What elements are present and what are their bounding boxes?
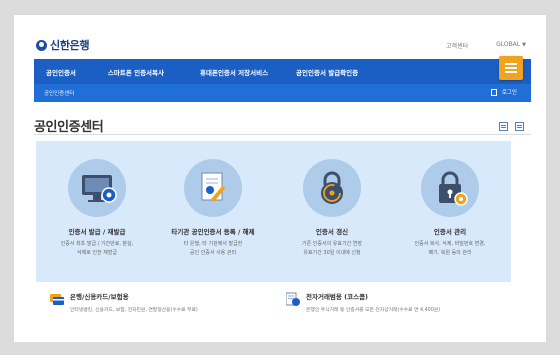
exit-icon	[490, 88, 497, 96]
bottom-title: 은행/신용카드/보험용	[70, 293, 129, 301]
breadcrumb[interactable]: 공인인증센터	[44, 89, 74, 97]
card-stack-icon	[50, 291, 64, 305]
card-title: 인증서 발급 / 재발급	[68, 228, 126, 236]
card-desc-line: 삭제로 인한 재발급	[77, 250, 117, 256]
card-title: 인증서 갱신	[315, 228, 349, 236]
card-desc-line: 유효기간 30일 이내에 신청	[303, 250, 361, 256]
nav-item-issue-confirmation[interactable]: 공인인증서 발급확인증	[296, 67, 358, 77]
hamburger-line	[505, 71, 517, 73]
divider	[34, 134, 531, 135]
logo-mark-icon	[36, 39, 47, 51]
nav-item-certificate[interactable]: 공인인증서	[46, 67, 76, 77]
card-desc-line: 기존 인증서의 유효기간 연장	[302, 241, 362, 247]
card-desc: 인증서 최초 발급 / 기간만료, 분실, 삭제로 인한 재발급	[42, 240, 152, 258]
bottom-title: 전자거래범용 (코스콤)	[306, 293, 369, 301]
card-desc: 인증서 복사, 삭제, 비밀번호 변경, 폐기, 복원 등의 관리	[395, 240, 505, 258]
menu-button[interactable]	[499, 56, 523, 80]
sub-nav: 공인인증센터 로그인	[34, 84, 531, 102]
card-desc-line: 타 은행, 타 기관에서 발급한	[183, 241, 243, 247]
nav-item-smartphone-copy[interactable]: 스마트폰 인증서복사	[108, 67, 164, 77]
bottom-item-bank[interactable]: 은행/신용카드/보험용 인터넷뱅킹, 신용카드, 보험, 전자민원, 연말정산용…	[50, 291, 198, 313]
hamburger-line	[505, 67, 517, 69]
page-frame: 신한은행 고객센터 GLOBAL ▼ 공인인증서 스마트폰 인증서복사 휴대폰인증…	[14, 15, 546, 342]
logo-text: 신한은행	[50, 39, 90, 52]
card-desc-line: 폐기, 복원 등의 관리	[428, 250, 472, 256]
card-desc: 타 은행, 타 기관에서 발급한 공인 인증서 사용 관리	[158, 240, 268, 258]
bank-logo[interactable]: 신한은행	[36, 37, 90, 53]
document-globe-icon	[285, 291, 300, 306]
nav-item-mobile-storage[interactable]: 휴대폰인증서 저장서비스	[200, 67, 268, 77]
customer-center-link[interactable]: 고객센터	[446, 41, 468, 50]
bottom-desc: 은행인 주식거래 등 인증서를 모든 전자상거래(수수료 연 4,400원)	[306, 308, 441, 313]
card-desc: 기존 인증서의 유효기간 연장 유효기간 30일 이내에 신청	[277, 240, 387, 258]
hamburger-icon	[505, 63, 517, 65]
page-title: 공인인증센터	[34, 120, 104, 135]
card-title: 인증서 관리	[433, 228, 467, 236]
card-title: 타기관 공인인증서 등록 / 해제	[171, 228, 255, 236]
global-label: GLOBAL	[496, 41, 521, 48]
top-bar: 신한은행 고객센터 GLOBAL ▼	[14, 15, 546, 59]
bottom-item-koscom[interactable]: 전자거래범용 (코스콤) 은행인 주식거래 등 인증서를 모든 전자상거래(수수…	[285, 291, 441, 313]
card-desc-line: 인증서 복사, 삭제, 비밀번호 변경,	[414, 241, 486, 247]
bookmark-icon[interactable]	[499, 122, 508, 131]
print-icon[interactable]	[515, 122, 524, 131]
lock-refresh-icon	[303, 159, 361, 217]
page-tools	[499, 122, 524, 131]
card-desc-line: 공인 인증서 사용 관리	[189, 250, 237, 256]
document-pen-icon	[184, 159, 242, 217]
chevron-down-icon: ▼	[522, 42, 526, 48]
card-desc-line: 인증서 최초 발급 / 기간만료, 분실,	[60, 241, 134, 247]
monitor-certificate-icon	[68, 159, 126, 217]
login-button[interactable]: 로그인	[490, 88, 517, 96]
service-panel: 인증서 발급 / 재발급 인증서 최초 발급 / 기간만료, 분실, 삭제로 인…	[36, 141, 511, 282]
top-links: 고객센터 GLOBAL ▼	[446, 41, 526, 50]
main-nav: 공인인증서 스마트폰 인증서복사 휴대폰인증서 저장서비스 공인인증서 발급확인…	[34, 56, 531, 84]
bottom-desc: 인터넷뱅킹, 신용카드, 보험, 전자민원, 연말정산용(수수료 무료)	[70, 308, 198, 313]
login-label: 로그인	[501, 90, 517, 96]
lock-settings-icon	[421, 159, 479, 217]
global-link[interactable]: GLOBAL ▼	[496, 41, 526, 50]
